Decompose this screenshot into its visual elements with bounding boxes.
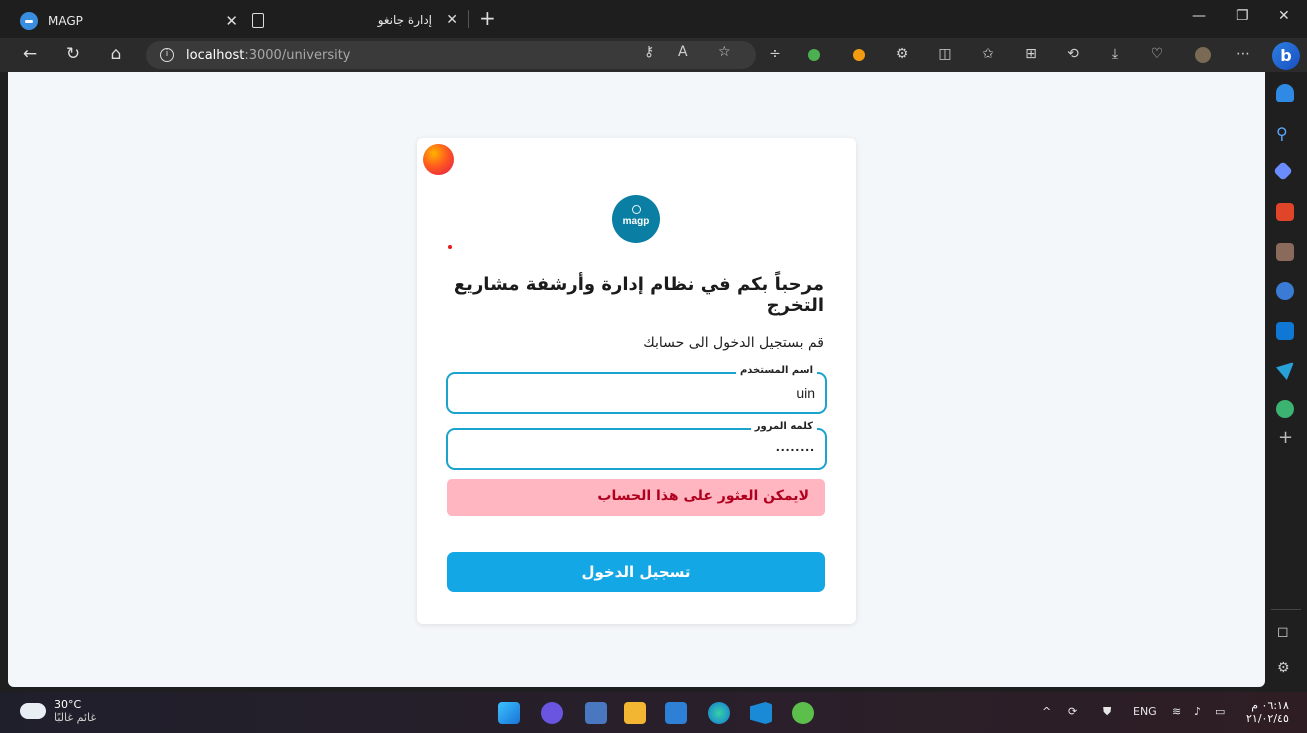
password-value: ........ <box>775 438 815 454</box>
sidebar-settings-gear-icon[interactable]: ⚙ <box>1277 660 1290 676</box>
language-indicator[interactable]: ENG <box>1133 705 1157 718</box>
split-screen-icon[interactable]: ◫ <box>935 46 955 62</box>
key-icon[interactable]: ⚷ <box>644 44 654 60</box>
password-label: كلمه المرور <box>750 421 817 432</box>
close-tab-icon[interactable]: ✕ <box>225 12 238 30</box>
search-icon[interactable]: ⚲ <box>1276 124 1294 143</box>
microsoft-store-icon[interactable] <box>585 702 607 724</box>
password-field[interactable]: كلمه المرور ........ <box>446 421 827 470</box>
tree-extension-icon[interactable] <box>1276 400 1294 418</box>
history-icon[interactable]: ⟲ <box>1063 46 1083 62</box>
volume-icon[interactable]: ♪ <box>1194 705 1201 718</box>
logo-text: magp <box>622 216 650 227</box>
performance-heart-icon[interactable]: ♡ <box>1147 46 1167 62</box>
extension-divide-icon[interactable]: ÷ <box>765 46 785 62</box>
edge-browser-icon[interactable] <box>708 702 730 724</box>
clock-time: ٠٦:١٨ م <box>1251 699 1289 712</box>
minimize-icon[interactable]: — <box>1192 8 1206 24</box>
more-options-icon[interactable]: ⋯ <box>1233 46 1253 62</box>
clock-date: ٢١/٠٢/٤٥ <box>1246 712 1289 725</box>
red-dot-decoration <box>448 245 452 249</box>
sync-tray-icon[interactable]: ⟳ <box>1068 705 1077 718</box>
close-window-icon[interactable]: ✕ <box>1278 8 1290 24</box>
telegram-send-icon[interactable] <box>1276 362 1294 380</box>
tab-title: إدارة جانغو <box>377 13 432 27</box>
edge-sidebar: ⚲ + ◻ ⚙ <box>1265 72 1307 687</box>
username-field[interactable]: اسم المستخدم uin <box>446 365 827 414</box>
tab-title: MAGP <box>48 14 83 28</box>
wifi-icon[interactable]: ≋ <box>1172 705 1181 718</box>
back-icon[interactable]: ← <box>18 44 42 64</box>
magp-logo: magp <box>612 195 660 243</box>
battery-icon[interactable]: ▭ <box>1215 705 1225 718</box>
error-alert: لايمكن العثور على هذا الحساب <box>447 479 825 516</box>
read-aloud-icon[interactable]: A <box>678 44 688 60</box>
username-value: uin <box>796 385 815 401</box>
teams-chat-icon[interactable] <box>541 702 563 724</box>
url-host: localhost <box>186 47 245 63</box>
notification-bell-icon[interactable] <box>1276 84 1294 102</box>
downloads-icon[interactable]: ⤓ <box>1105 46 1125 62</box>
extensions-puzzle-icon[interactable]: ⚙ <box>892 46 912 62</box>
welcome-heading: مرحباً بكم في نظام إدارة وأرشفة مشاريع ا… <box>453 274 824 316</box>
windows-start-icon[interactable] <box>498 702 520 724</box>
add-sidebar-app-icon[interactable]: + <box>1278 427 1293 448</box>
login-subheading: قم بستجيل الدخول الى حسابك <box>643 335 824 351</box>
collections-icon[interactable]: ⊞ <box>1021 46 1041 62</box>
hide-sidebar-icon[interactable]: ◻ <box>1277 624 1289 640</box>
bing-copilot-button[interactable]: b <box>1272 42 1300 70</box>
page-icon <box>252 12 264 28</box>
windows-taskbar: 30°C غائم غالبًا ^ ⟳ ⛊ ENG ≋ ♪ ▭ ٠٦:١٨ م… <box>0 692 1307 733</box>
cloudy-weather-icon <box>18 697 46 719</box>
weather-widget[interactable]: 30°C غائم غالبًا <box>18 697 97 724</box>
sidebar-divider <box>1271 609 1301 610</box>
browser-tab-magp[interactable]: MAGP ✕ <box>8 4 248 38</box>
home-icon[interactable]: ⌂ <box>104 44 128 64</box>
extension-green-icon[interactable] <box>808 49 820 61</box>
extension-orange-icon[interactable] <box>853 49 865 61</box>
address-bar[interactable]: i localhost :3000/university ⚷ A ☆ <box>146 41 756 69</box>
weather-temperature: 30°C <box>54 698 82 711</box>
weather-description: غائم غالبًا <box>54 711 97 724</box>
restore-icon[interactable]: ❐ <box>1236 8 1249 24</box>
lightbulb-icon <box>631 205 641 214</box>
magp-favicon-icon <box>20 12 38 30</box>
page-viewport: magp مرحباً بكم في نظام إدارة وأرشفة مشا… <box>8 72 1265 687</box>
tools-briefcase-icon[interactable] <box>1276 203 1294 221</box>
refresh-icon[interactable]: ↻ <box>61 44 85 64</box>
site-info-icon[interactable]: i <box>160 48 174 62</box>
new-tab-icon[interactable]: + <box>479 6 496 30</box>
outlook-icon[interactable] <box>1276 322 1294 340</box>
favorites-icon[interactable]: ✩ <box>978 46 998 62</box>
file-explorer-icon[interactable] <box>624 702 646 724</box>
security-shield-icon[interactable]: ⛊ <box>1103 705 1111 719</box>
games-chess-icon[interactable] <box>1276 243 1294 261</box>
gradient-orb-decoration <box>423 144 454 175</box>
show-hidden-icons-chevron-icon[interactable]: ^ <box>1042 705 1051 718</box>
username-label: اسم المستخدم <box>735 365 817 376</box>
url-path: :3000/university <box>244 47 351 63</box>
system-clock[interactable]: ٠٦:١٨ م ٢١/٠٢/٤٥ <box>1246 699 1289 725</box>
shopping-tag-icon[interactable] <box>1273 161 1293 181</box>
vscode-icon[interactable] <box>750 702 772 724</box>
profile-avatar[interactable] <box>1195 47 1211 63</box>
login-button[interactable]: تسجيل الدخول <box>447 552 825 592</box>
tab-divider <box>468 10 469 28</box>
copilot-icon[interactable] <box>1276 282 1294 300</box>
close-tab-icon[interactable]: ✕ <box>446 12 458 28</box>
tab-strip: MAGP ✕ إدارة جانغو ✕ + — ❐ ✕ <box>0 0 1307 38</box>
login-card: magp مرحباً بكم في نظام إدارة وأرشفة مشا… <box>417 138 856 624</box>
app-extension-icon[interactable] <box>792 702 814 724</box>
browser-tab-django-admin[interactable]: إدارة جانغو ✕ <box>252 9 462 31</box>
favorite-star-icon[interactable]: ☆ <box>718 44 731 60</box>
browser-toolbar: ← ↻ ⌂ i localhost :3000/university ⚷ A ☆… <box>0 38 1307 72</box>
media-player-icon[interactable] <box>665 702 687 724</box>
